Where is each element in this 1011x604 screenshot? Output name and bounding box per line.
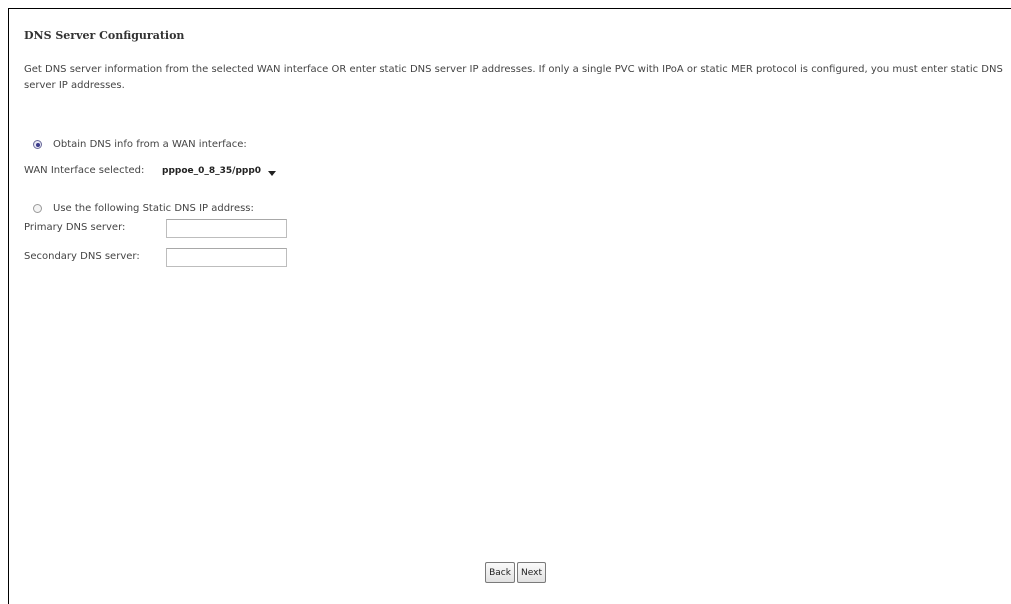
next-button[interactable]: Next	[517, 562, 546, 583]
wan-interface-label: WAN Interface selected:	[24, 165, 145, 176]
chevron-down-icon[interactable]	[268, 170, 277, 176]
static-dns-option[interactable]: Use the following Static DNS IP address:	[33, 203, 254, 214]
static-dns-option-label: Use the following Static DNS IP address:	[53, 203, 254, 214]
wan-interface-select[interactable]: pppoe_0_8_35/ppp0	[159, 161, 297, 181]
back-button[interactable]: Back	[485, 562, 515, 583]
wan-interface-value: pppoe_0_8_35/ppp0	[162, 166, 262, 176]
page-description: Get DNS server information from the sele…	[24, 64, 1003, 91]
secondary-dns-input[interactable]	[166, 248, 287, 267]
content-frame: DNS Server Configuration Get DNS server …	[8, 8, 1011, 604]
primary-dns-label: Primary DNS server:	[24, 222, 126, 233]
primary-dns-input[interactable]	[166, 219, 287, 238]
wan-dns-radio[interactable]	[33, 140, 42, 149]
page-title: DNS Server Configuration	[24, 29, 185, 42]
wan-dns-option-label: Obtain DNS info from a WAN interface:	[53, 139, 247, 150]
static-dns-radio[interactable]	[33, 204, 42, 213]
secondary-dns-label: Secondary DNS server:	[24, 251, 140, 262]
wan-dns-option[interactable]: Obtain DNS info from a WAN interface:	[33, 139, 247, 150]
